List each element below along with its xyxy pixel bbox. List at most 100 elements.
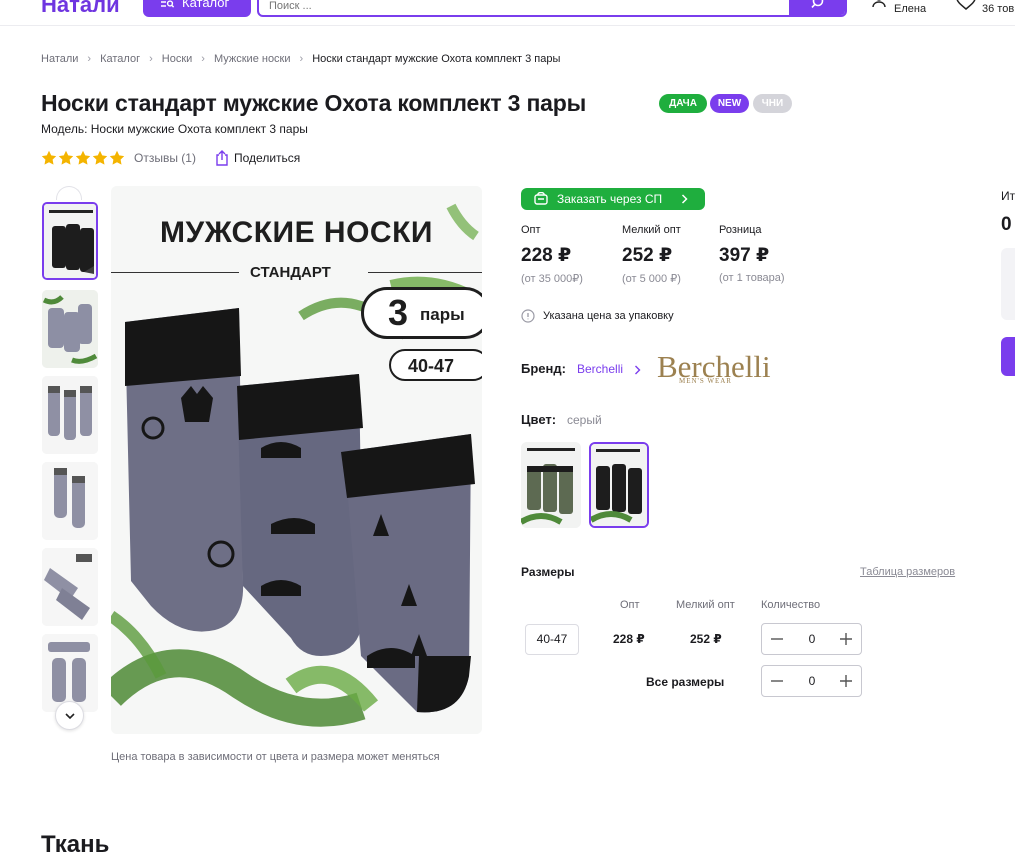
chevron-right-icon: › <box>299 53 304 65</box>
user-name: Елена <box>894 3 927 15</box>
fabric-section-title: Ткань <box>41 831 110 858</box>
swatch-image <box>591 444 647 526</box>
sizes-label: Размеры <box>521 565 575 579</box>
search-input[interactable] <box>269 0 769 15</box>
size-chart-link[interactable]: Таблица размеров <box>860 566 955 578</box>
chevron-right-icon <box>681 194 688 204</box>
thumbnail-image <box>42 462 98 540</box>
star-icon <box>41 150 57 165</box>
thumbnail-image <box>44 204 96 278</box>
product-main-image[interactable]: МУЖСКИЕ НОСКИ СТАНДАРТ 3 пары 40-47 <box>111 186 482 734</box>
catalog-label: Каталог <box>182 0 230 10</box>
search-bar <box>257 0 847 17</box>
minus-icon[interactable] <box>770 674 784 688</box>
price-retail: Розница 397 ₽ (от 1 товара) <box>719 224 785 284</box>
star-icon <box>92 150 108 165</box>
catalog-button[interactable]: Каталог <box>143 0 251 17</box>
price-value: 397 ₽ <box>719 245 770 266</box>
price-info-text: Указана цена за упаковку <box>543 310 674 322</box>
badge-dacha[interactable]: ДАЧА <box>659 94 707 113</box>
size-chip[interactable]: 40-47 <box>525 624 579 655</box>
image-divider <box>111 272 239 273</box>
order-sp-button[interactable]: Заказать через СП <box>521 188 705 210</box>
chevron-right-icon <box>635 365 641 375</box>
search-button[interactable] <box>789 0 845 15</box>
product-title: Носки стандарт мужские Охота комплект 3 … <box>41 90 587 116</box>
thumbnail-5[interactable] <box>42 548 98 626</box>
thumbnail-1[interactable] <box>42 202 98 280</box>
thumbnail-2[interactable] <box>42 290 98 368</box>
image-size: 40-47 <box>408 356 455 376</box>
brand-label: Бренд: <box>521 361 566 376</box>
all-sizes-stepper: 0 <box>761 665 862 697</box>
image-title: МУЖСКИЕ НОСКИ <box>160 216 433 249</box>
thumbnails-scroll-up[interactable] <box>56 186 82 200</box>
column-header-small-opt: Мелкий опт <box>676 599 735 611</box>
rating-stars <box>41 150 126 166</box>
user-icon <box>872 0 886 8</box>
thumbnail-3[interactable] <box>42 376 98 454</box>
brand-logo-tag: MEN'S WEAR <box>679 377 732 385</box>
order-summary-box <box>1001 248 1015 320</box>
user-account[interactable]: Елена <box>868 0 938 20</box>
star-icon <box>75 150 91 165</box>
quantity-stepper: 0 <box>761 623 862 655</box>
image-caption: Цена товара в зависимости от цвета и раз… <box>111 751 440 763</box>
site-header: Натали Каталог Елена 36 тов <box>0 0 1015 26</box>
badge-chni[interactable]: ЧНИ <box>753 94 792 113</box>
breadcrumb: Натали › Каталог › Носки › Мужские носки › Носки… <box>41 53 560 65</box>
image-pairs-badge: 3 пары <box>361 287 482 339</box>
heart-icon <box>956 0 976 10</box>
badge-new[interactable]: NEW <box>710 94 749 113</box>
color-value: серый <box>567 413 602 427</box>
chevron-right-icon: › <box>149 53 153 65</box>
total-label: Ит <box>1001 189 1015 203</box>
price-note: (от 1 товара) <box>719 272 785 284</box>
quantity-value[interactable]: 0 <box>797 674 827 688</box>
column-header-opt: Опт <box>620 599 640 611</box>
site-logo[interactable]: Натали <box>41 0 120 18</box>
color-swatch-green[interactable] <box>521 442 581 528</box>
brand-link[interactable]: Berchelli <box>577 362 641 376</box>
price-value: 228 ₽ <box>521 245 572 266</box>
share-label: Поделиться <box>234 151 301 165</box>
thumbnail-4[interactable] <box>42 462 98 540</box>
price-wholesale: Опт 228 ₽ (от 35 000₽) <box>521 224 583 285</box>
brand-logo[interactable]: Berchelli MEN'S WEAR <box>656 349 786 387</box>
thumbnail-image <box>42 376 98 454</box>
price-note: (от 5 000 ₽) <box>622 273 681 285</box>
color-swatch-gray[interactable] <box>589 442 649 528</box>
chevron-down-icon <box>65 713 75 720</box>
star-icon <box>109 150 125 165</box>
image-subtitle: СТАНДАРТ <box>250 264 331 281</box>
image-pairs-number: 3 <box>388 292 409 333</box>
minus-icon[interactable] <box>770 632 784 646</box>
thumbnail-image <box>42 548 98 626</box>
favorites[interactable]: 36 тов <box>954 0 1015 20</box>
checkout-button[interactable] <box>1001 337 1015 376</box>
brand-name: Berchelli <box>577 362 624 376</box>
breadcrumb-current: Носки стандарт мужские Охота комплект 3 … <box>312 53 561 65</box>
info-icon <box>521 309 535 323</box>
quantity-value[interactable]: 0 <box>797 632 827 646</box>
breadcrumb-catalog[interactable]: Каталог <box>100 53 140 65</box>
breadcrumb-socks[interactable]: Носки <box>162 53 193 65</box>
image-size-badge: 40-47 <box>389 349 482 381</box>
reviews-link[interactable]: Отзывы (1) <box>134 151 196 165</box>
breadcrumb-home[interactable]: Натали <box>41 53 78 65</box>
plus-icon[interactable] <box>839 632 853 646</box>
price-label: Мелкий опт <box>622 224 681 236</box>
star-icon <box>58 150 74 165</box>
thumbnails-scroll-down[interactable] <box>55 701 84 730</box>
breadcrumb-mens-socks[interactable]: Мужские носки <box>214 53 291 65</box>
image-pairs-word: пары <box>420 305 465 324</box>
cart-icon <box>534 192 548 205</box>
order-sp-label: Заказать через СП <box>557 192 663 206</box>
price-label: Опт <box>521 224 541 236</box>
row-price-small-opt: 252 ₽ <box>690 632 722 646</box>
plus-icon[interactable] <box>839 674 853 688</box>
search-icon <box>811 0 824 8</box>
swatch-image <box>521 442 581 528</box>
chevron-right-icon: › <box>87 53 92 65</box>
total-value: 0 <box>1001 214 1012 235</box>
